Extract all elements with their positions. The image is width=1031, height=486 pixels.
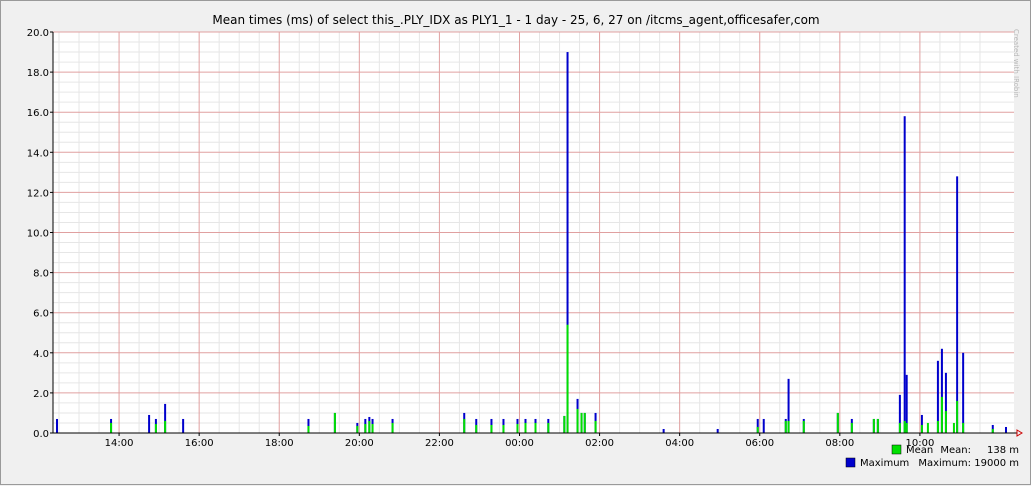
mean-bar (583, 412, 586, 433)
maximum-bar (956, 176, 959, 434)
y-tick-label: 18.0 (27, 68, 49, 79)
mean-bar (463, 418, 466, 433)
maximum-bar (182, 418, 185, 433)
mean-bar (905, 422, 908, 433)
x-tick-label: 00:00 (505, 438, 534, 449)
mean-bar (920, 424, 923, 433)
x-axis-arrow-icon (1016, 429, 1023, 437)
maximum-bar (1004, 426, 1007, 433)
mean-bar (956, 400, 959, 433)
mean-bar (110, 422, 113, 433)
mean-bar (594, 420, 597, 433)
mean-bar (154, 423, 157, 433)
mean-bar (164, 420, 167, 433)
mean-times-chart: Mean times (ms) of select this_.PLY_IDX … (27, 13, 1023, 469)
y-tick-label: 8.0 (33, 269, 49, 280)
maximum-bar (962, 352, 965, 433)
y-tick-label: 12.0 (27, 188, 49, 199)
x-tick-label: 04:00 (665, 438, 694, 449)
mean-bar (936, 420, 939, 433)
maximum-bar (762, 418, 765, 433)
x-axis-ticks: 14:00 16:00 18:00 20:00 22:00 00:00 02:00 04:00… (105, 433, 934, 449)
mean-legend-label: Mean (906, 445, 933, 456)
mean-bar (516, 423, 519, 433)
x-tick-label: 18:00 (265, 438, 294, 449)
y-tick-label: 0.0 (33, 429, 49, 440)
mean-bar (563, 415, 566, 433)
mean-bar (991, 428, 994, 433)
x-tick-label: 14:00 (105, 438, 134, 449)
mean-bar (490, 424, 493, 433)
y-tick-label: 2.0 (33, 389, 49, 400)
y-tick-label: 20.0 (27, 28, 49, 39)
mean-bar (475, 424, 478, 433)
y-tick-label: 6.0 (33, 309, 49, 320)
mean-bar (940, 396, 943, 433)
maximum-stat-value: 19000 m (974, 458, 1019, 469)
mean-bar (926, 422, 929, 433)
mean-bar (524, 422, 527, 433)
mean-bar (850, 422, 853, 433)
x-tick-label: 20:00 (345, 438, 374, 449)
mean-bar (836, 412, 839, 433)
mean-bar (952, 422, 955, 433)
y-tick-label: 4.0 (33, 349, 49, 360)
mean-bar (872, 418, 875, 433)
mean-bar (566, 324, 569, 433)
mean-bar (576, 408, 579, 433)
mean-bar (962, 422, 965, 433)
mean-bar (368, 420, 371, 433)
x-tick-label: 16:00 (185, 438, 214, 449)
maximum-stat-label: Maximum: (918, 458, 971, 469)
mean-stat-label: Mean: (940, 445, 971, 456)
mean-bar (802, 420, 805, 433)
maximum-legend-swatch (845, 457, 856, 468)
maximum-bar (662, 428, 665, 433)
mean-bar (756, 426, 759, 433)
mean-bar (307, 425, 310, 433)
x-tick-label: 22:00 (425, 438, 454, 449)
mean-legend-swatch (891, 444, 902, 455)
maximum-bar (56, 418, 59, 433)
mean-bar (502, 424, 505, 433)
maximum-bar (903, 116, 906, 434)
legend: Mean Mean: 138 m Maximum Maximum: 19000 m (845, 444, 1019, 469)
x-tick-label: 08:00 (825, 438, 854, 449)
mean-bar (391, 422, 394, 433)
y-axis-ticks: 0.0 2.0 4.0 6.0 8.0 10.0 12.0 14.0 16.0 18.0 20.0 (27, 28, 53, 440)
mean-bar (944, 410, 947, 433)
chart-title: Mean times (ms) of select this_.PLY_IDX … (212, 13, 819, 27)
y-tick-label: 10.0 (27, 229, 49, 240)
y-tick-label: 16.0 (27, 108, 49, 119)
mean-bar (580, 412, 583, 433)
y-tick-label: 14.0 (27, 148, 49, 159)
x-tick-label: 02:00 (585, 438, 614, 449)
mean-bar (898, 422, 901, 433)
mean-bar (333, 412, 336, 433)
x-tick-label: 06:00 (745, 438, 774, 449)
maximum-bar (716, 428, 719, 433)
chart-frame: Mean times (ms) of select this_.PLY_IDX … (0, 0, 1031, 485)
mean-bar (787, 420, 790, 433)
mean-bar (356, 425, 359, 433)
maximum-legend-label: Maximum (860, 458, 909, 469)
mean-stat-value: 138 m (987, 445, 1019, 456)
mean-bar (547, 422, 550, 433)
mean-bar (371, 423, 374, 433)
mean-bar (534, 422, 537, 433)
mean-bar (903, 420, 906, 433)
mean-bar (876, 418, 879, 433)
maximum-bar (148, 414, 151, 433)
mean-bar (364, 423, 367, 433)
mean-bar (784, 420, 787, 433)
